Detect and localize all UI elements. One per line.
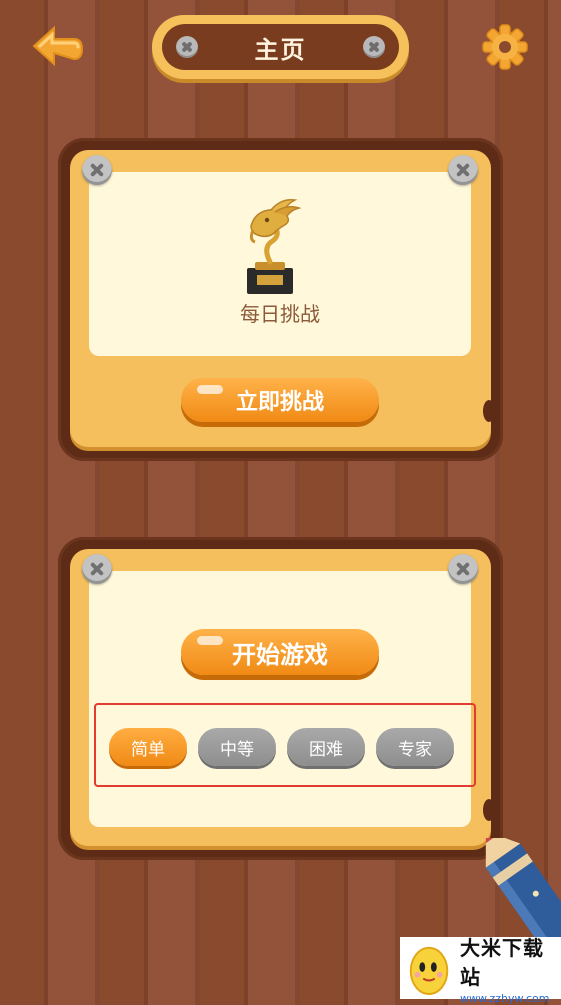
challenge-now-label: 立即挑战 [235,390,324,415]
daily-challenge-panel: 每日挑战 立即挑战 [58,138,503,461]
challenge-now-button[interactable]: 立即挑战 [181,378,379,422]
watermark: 大米下载站 www.zzhyw.com [400,936,561,1005]
screw-icon [176,36,198,58]
daily-challenge-label: 每日挑战 [240,302,320,326]
gear-icon [482,24,528,70]
difficulty-label: 简单 [131,739,165,760]
settings-button[interactable] [480,22,530,72]
goat-trophy-icon [247,198,302,294]
difficulty-expert-button[interactable]: 专家 [376,728,454,766]
title-plate: 主页 [152,15,409,79]
screw-icon [363,36,385,58]
difficulty-hard-button[interactable]: 困难 [287,728,365,766]
back-button[interactable] [30,22,86,72]
difficulty-label: 困难 [309,739,343,760]
start-game-label: 开始游戏 [232,640,328,669]
page-title: 主页 [254,35,307,64]
difficulty-label: 专家 [398,739,432,760]
watermark-title: 大米下载站 [459,935,544,989]
game-panel: 开始游戏 [58,537,503,860]
difficulty-medium-button[interactable]: 中等 [198,728,276,766]
start-game-button[interactable]: 开始游戏 [181,629,379,675]
screw-icon [82,554,112,584]
screw-icon [82,155,112,185]
difficulty-label: 中等 [220,739,254,760]
watermark-url: www.zzhyw.com [459,991,550,1005]
screw-icon [448,554,478,584]
difficulty-easy-button[interactable]: 简单 [109,728,187,766]
rice-mascot-icon [409,946,449,995]
back-arrow-icon [32,25,84,67]
screw-icon [448,155,478,185]
